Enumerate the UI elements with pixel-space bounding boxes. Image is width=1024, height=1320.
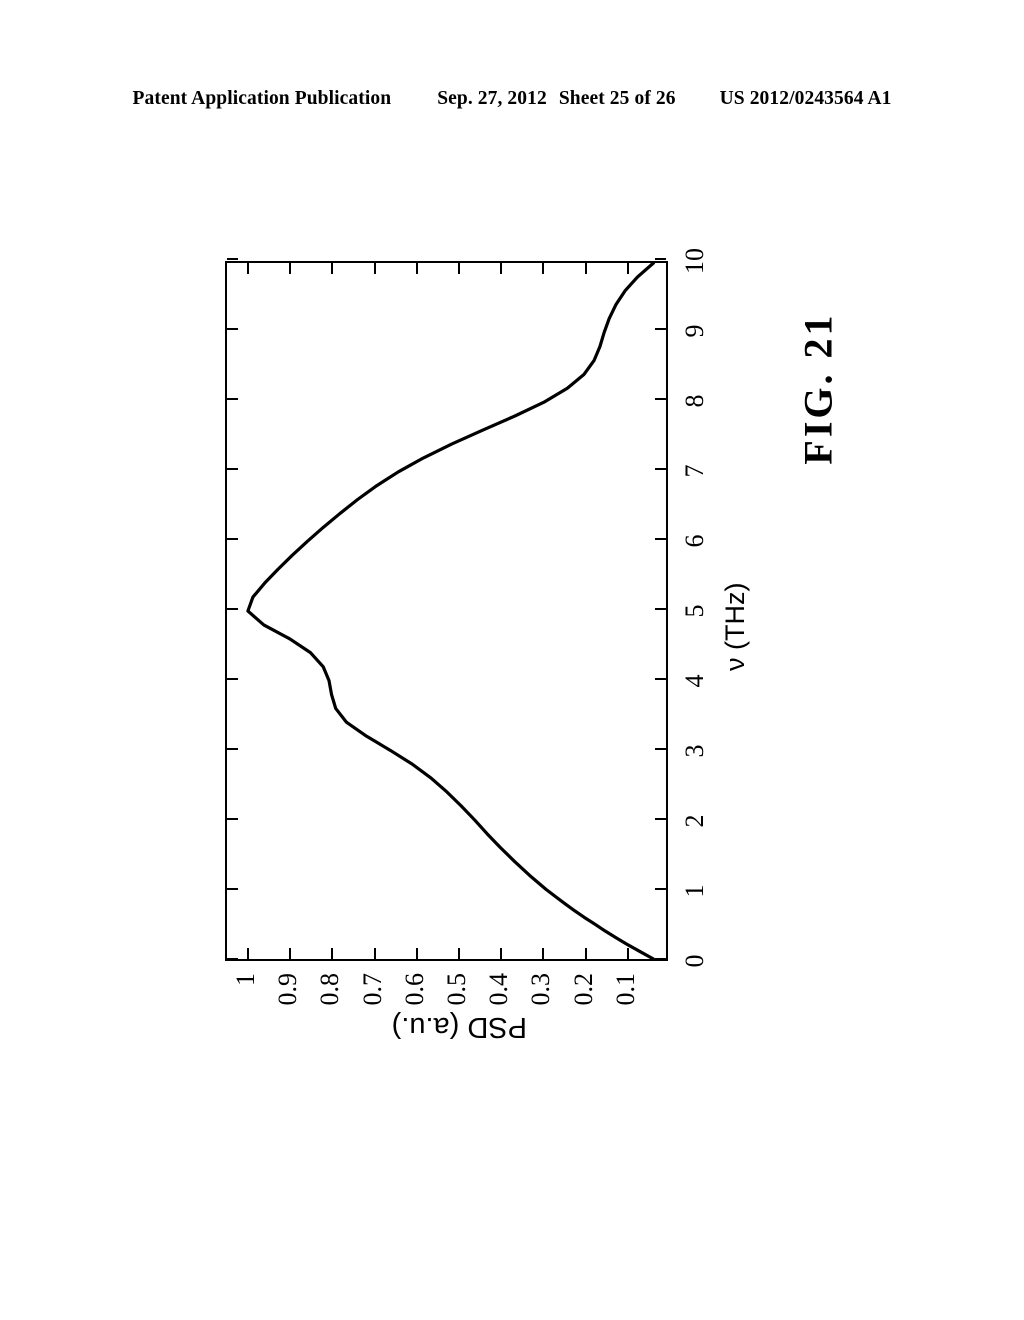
x-axis-tick bbox=[227, 958, 238, 960]
y-axis-tick-label: 0.3 bbox=[526, 973, 556, 1006]
y-axis-tick bbox=[542, 263, 545, 274]
x-axis-tick bbox=[227, 608, 238, 610]
x-axis-tick bbox=[227, 678, 238, 680]
x-axis-tick-label: 4 bbox=[680, 674, 709, 688]
x-axis-tick bbox=[227, 888, 238, 890]
x-axis-tick-label: 3 bbox=[680, 744, 709, 758]
x-axis-tick bbox=[227, 258, 238, 260]
y-axis-tick bbox=[373, 948, 376, 959]
x-axis-tick bbox=[655, 398, 666, 400]
x-axis-tick-label: 2 bbox=[680, 814, 709, 828]
x-axis-tick-label: 5 bbox=[680, 604, 709, 618]
y-axis-tick-label: 0.9 bbox=[273, 973, 303, 1006]
y-axis-tick bbox=[584, 263, 587, 274]
y-axis-tick bbox=[458, 948, 461, 959]
x-axis-tick bbox=[655, 818, 666, 820]
x-axis-tick-label: 9 bbox=[680, 324, 709, 338]
y-axis-tick-label: 0.8 bbox=[315, 973, 345, 1006]
y-axis-tick-label: 0.6 bbox=[399, 973, 429, 1006]
x-axis-tick bbox=[655, 538, 666, 540]
y-axis-tick bbox=[626, 263, 629, 274]
y-axis-tick bbox=[458, 263, 461, 274]
x-axis-tick bbox=[227, 538, 238, 540]
x-axis-tick bbox=[655, 678, 666, 680]
x-axis-tick bbox=[227, 748, 238, 750]
y-axis-tick bbox=[415, 948, 418, 959]
x-axis-tick-label: 0 bbox=[680, 954, 709, 968]
y-axis-tick bbox=[626, 948, 629, 959]
plot-frame bbox=[225, 258, 668, 961]
y-axis-tick bbox=[247, 263, 250, 274]
y-axis-tick-label: 0.5 bbox=[442, 973, 472, 1006]
x-axis-tick bbox=[227, 468, 238, 470]
x-axis-tick bbox=[655, 888, 666, 890]
y-axis-tick bbox=[500, 263, 503, 274]
y-axis-tick-label: 0.1 bbox=[610, 973, 640, 1006]
x-axis-tick-label: 1 bbox=[680, 884, 709, 898]
y-axis-tick bbox=[331, 263, 334, 274]
rotated-plot-container: 0 1 2 3 4 5 6 7 8 9 10 0.1 0.2 0.3 0.4 0.5 0.6 0.7 0.8 0.9… bbox=[215, 248, 750, 1049]
y-axis-tick bbox=[247, 948, 250, 959]
y-axis-tick bbox=[331, 948, 334, 959]
x-axis-tick bbox=[655, 258, 666, 260]
y-axis-tick bbox=[289, 948, 292, 959]
y-axis-tick bbox=[373, 263, 376, 274]
x-axis-tick-label: 6 bbox=[680, 534, 709, 548]
x-axis-tick bbox=[655, 608, 666, 610]
x-axis-tick-label: 10 bbox=[680, 248, 709, 274]
x-axis-tick bbox=[655, 328, 666, 330]
x-axis-tick-label: 8 bbox=[680, 394, 709, 408]
x-axis-tick bbox=[655, 748, 666, 750]
x-axis-title: ν (THz) bbox=[720, 582, 750, 671]
y-axis-tick bbox=[289, 263, 292, 274]
y-axis-tick-label: 1 bbox=[231, 973, 261, 986]
x-axis-tick bbox=[227, 818, 238, 820]
figure-area: 0 1 2 3 4 5 6 7 8 9 10 0.1 0.2 0.3 0.4 0.5 0.6 0.7 0.8 0.9… bbox=[0, 0, 1024, 1320]
y-axis-tick-label: 0.4 bbox=[484, 973, 514, 1006]
y-axis-title: PSD (a.u.) bbox=[391, 1011, 527, 1043]
y-axis-tick-label: 0.2 bbox=[568, 973, 598, 1006]
y-axis-tick-label: 0.7 bbox=[357, 973, 387, 1006]
y-axis-tick bbox=[500, 948, 503, 959]
psd-curve bbox=[248, 263, 654, 959]
figure-caption: FIG. 21 bbox=[795, 312, 841, 465]
x-axis-tick-label: 7 bbox=[680, 464, 709, 478]
chart: 0 1 2 3 4 5 6 7 8 9 10 0.1 0.2 0.3 0.4 0.5 0.6 0.7 0.8 0.9… bbox=[215, 248, 750, 1049]
x-axis-tick bbox=[227, 328, 238, 330]
psd-curve-svg bbox=[227, 263, 666, 959]
x-axis-tick bbox=[227, 398, 238, 400]
y-axis-tick bbox=[415, 263, 418, 274]
x-axis-tick bbox=[655, 468, 666, 470]
y-axis-tick bbox=[584, 948, 587, 959]
x-axis-tick bbox=[655, 958, 666, 960]
y-axis-tick bbox=[542, 948, 545, 959]
